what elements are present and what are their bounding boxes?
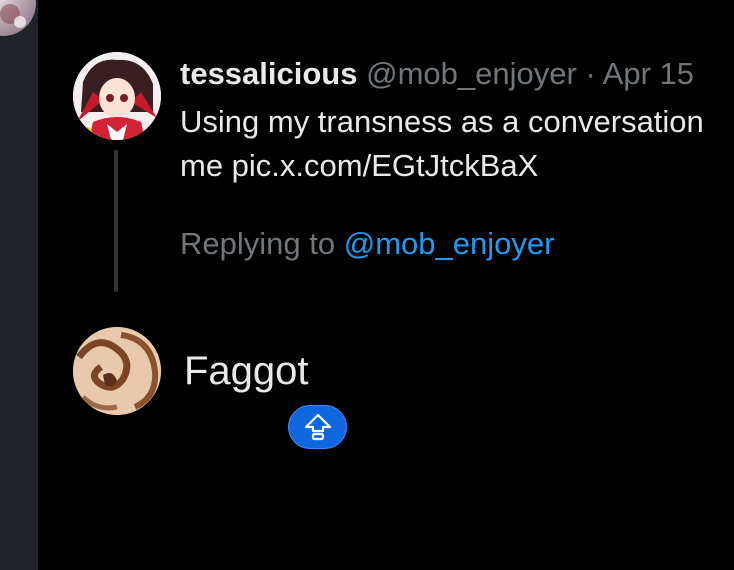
quoted-date[interactable]: Apr 15 (603, 56, 694, 91)
sidebar-strip (0, 0, 38, 570)
quoted-text-line-2: me pic.x.com/EGtJtckBaX (180, 148, 539, 183)
replying-to-context: Replying to @mob_enjoyer (180, 224, 554, 264)
quoted-text-line-1: Using my transness as a conversation (180, 104, 704, 139)
replying-to-label: Replying to (180, 226, 336, 261)
quoted-user-avatar[interactable] (73, 52, 161, 140)
upvote-button[interactable] (288, 405, 347, 449)
quoted-tweet-text: Using my transness as a conversation me … (180, 100, 734, 188)
reply-panel: tessalicious @mob_enjoyer · Apr 15 Using… (38, 0, 734, 570)
replying-to-mention[interactable]: @mob_enjoyer (344, 226, 555, 261)
sidebar-avatar[interactable] (0, 0, 36, 36)
brown-swirl-avatar-image (73, 327, 161, 415)
reply-user-avatar[interactable] (73, 327, 161, 415)
quoted-tweet-header: tessalicious @mob_enjoyer · Apr 15 (180, 54, 694, 94)
header-separator: · (585, 56, 596, 91)
upvote-arrow-icon (304, 413, 331, 441)
quoted-display-name[interactable]: tessalicious (180, 56, 357, 91)
anime-avatar-image (73, 52, 161, 140)
sidebar-avatar-image (0, 4, 26, 28)
thread-connector-line (114, 150, 118, 292)
reply-text: Faggot (184, 349, 309, 393)
quoted-handle[interactable]: @mob_enjoyer (366, 56, 577, 91)
